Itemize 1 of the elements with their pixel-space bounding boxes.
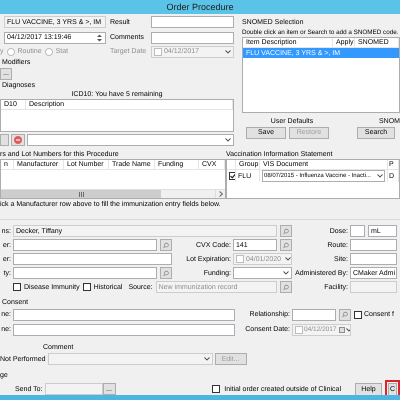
window-title: Order Procedure (166, 2, 234, 12)
